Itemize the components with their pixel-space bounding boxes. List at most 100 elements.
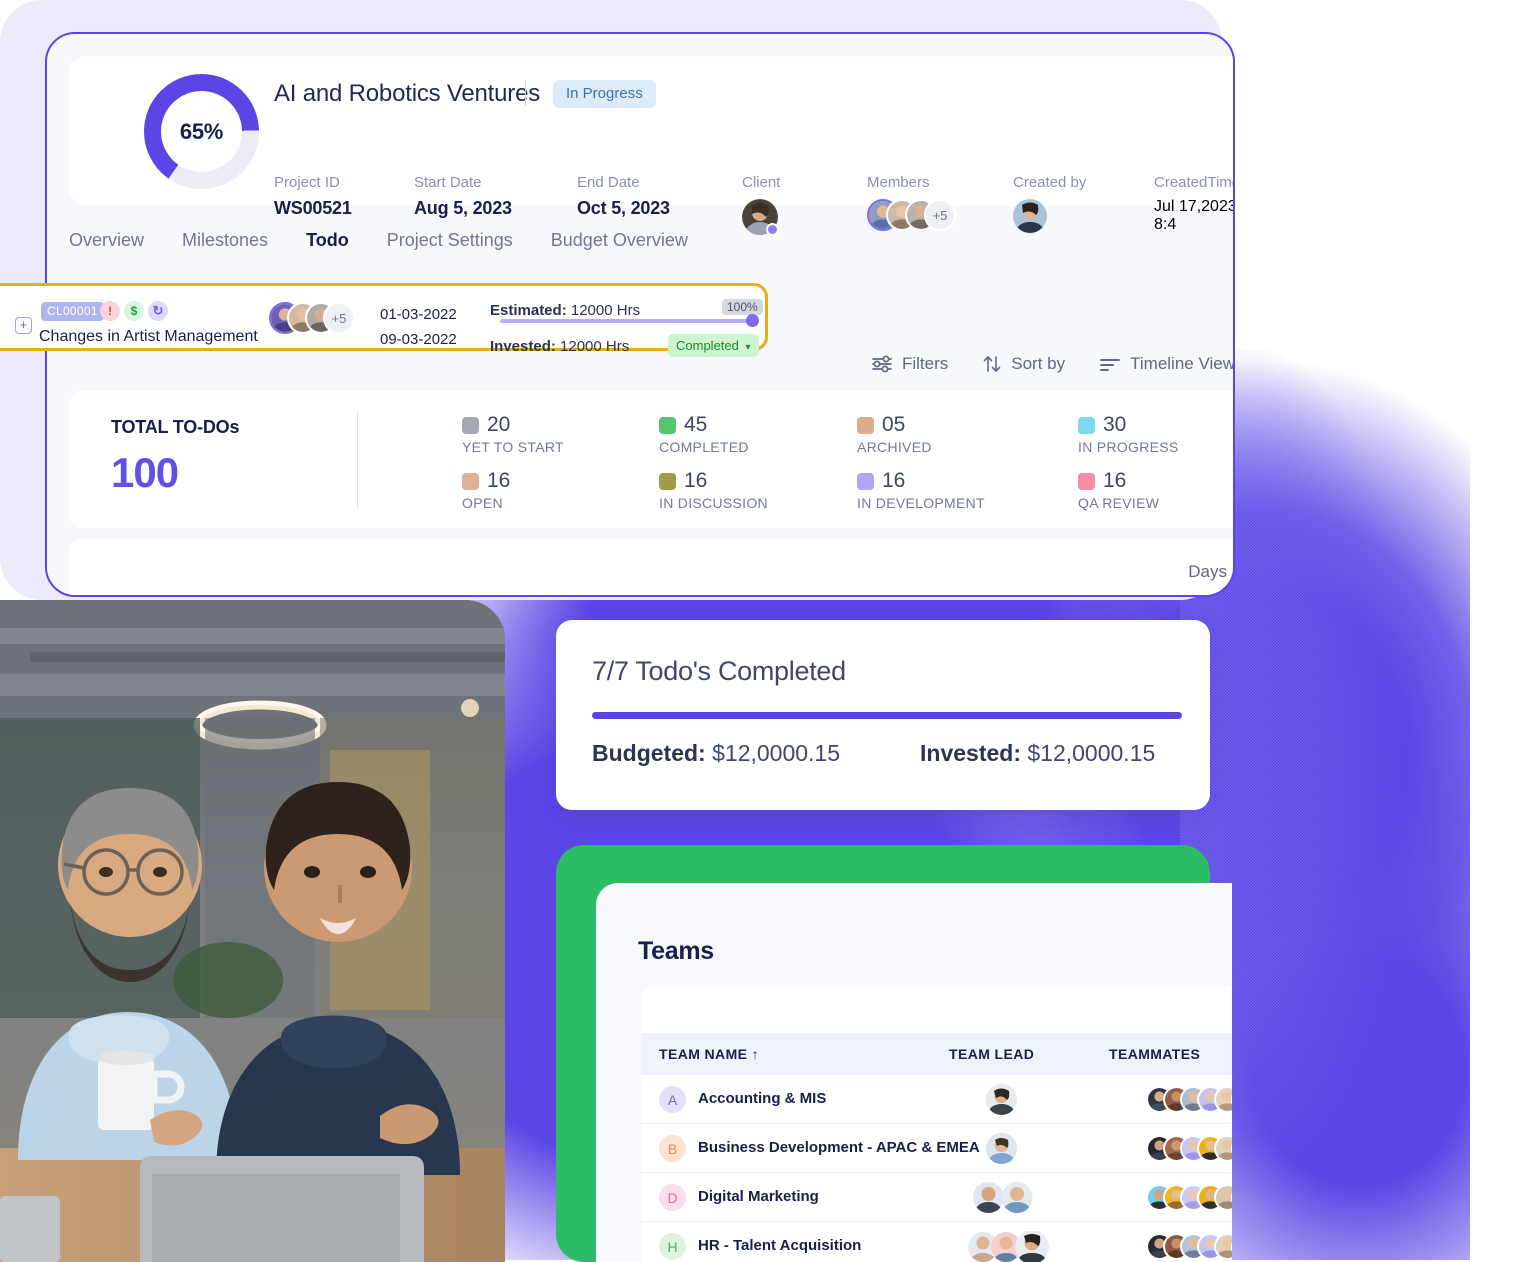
teammates-stack[interactable]: +3 (1146, 1233, 1232, 1260)
stat-count: 16 (1103, 469, 1127, 492)
team-lead-avatar[interactable] (986, 1133, 1017, 1164)
tab-milestones[interactable]: Milestones (182, 230, 268, 261)
timeline-view-icon (1100, 359, 1121, 371)
team-lead-avatar[interactable] (986, 1084, 1017, 1115)
expand-row-plus-icon[interactable]: + (15, 317, 32, 334)
tab-todo[interactable]: Todo (306, 230, 349, 261)
budgeted-label: Budgeted: (592, 740, 706, 766)
table-row[interactable]: D Digital Marketing (641, 1173, 1232, 1222)
meta-members: Members +5 (867, 174, 977, 233)
column-team-name[interactable]: TEAM NAME ↑ (659, 1046, 949, 1062)
stat-archived[interactable]: 05 ARCHIVED (857, 413, 932, 455)
teams-table: TEAM NAME ↑ TEAM LEAD TEAMMATES A Accoun… (641, 985, 1232, 1262)
team-name: Digital Marketing (698, 1188, 819, 1205)
teams-card: Teams TEAM NAME ↑ TEAM LEAD TEAMMATES A … (596, 883, 1232, 1262)
recurring-icon[interactable]: ↻ (148, 301, 168, 321)
stat-in-development[interactable]: 16 IN DEVELOPMENT (857, 469, 985, 511)
stat-label: OPEN (462, 495, 503, 511)
total-todos-title: TOTAL TO-DOs (111, 417, 240, 437)
progress-donut: 65% (144, 74, 259, 189)
team-lead-avatar[interactable] (968, 1231, 1050, 1262)
meta-end-date: End Date Oct 5, 2023 (577, 174, 670, 219)
stat-count: 20 (487, 413, 511, 436)
stat-label: IN DEVELOPMENT (857, 495, 985, 511)
tab-budget-overview[interactable]: Budget Overview (551, 230, 688, 261)
todo-members-stack[interactable]: +5 (269, 302, 369, 336)
todo-summary-progress-bar (592, 712, 1182, 719)
budgeted-amount: Budgeted: $12,0000.15 (592, 740, 840, 767)
stat-open[interactable]: 16 OPEN (462, 469, 510, 511)
members-label: Members (867, 174, 930, 191)
created-time-value: Jul 17,2023 | 8:4 (1154, 198, 1235, 233)
timeline-view-button[interactable]: Timeline View (1099, 354, 1233, 374)
tab-overview[interactable]: Overview (69, 230, 144, 261)
team-name: Business Development - APAC & EMEA (698, 1139, 980, 1156)
days-strip: Days (69, 538, 1233, 595)
stat-count: 16 (487, 469, 511, 492)
todo-invested-label: Invested: (490, 338, 556, 355)
filters-button[interactable]: Filters (871, 354, 948, 374)
title-divider (525, 80, 526, 106)
meta-label: Start Date (414, 174, 482, 191)
tab-project-settings[interactable]: Project Settings (387, 230, 513, 261)
todo-toolbar: Filters Sort by Timeline View (871, 354, 1233, 374)
todo-progress-bar[interactable] (500, 319, 756, 323)
priority-icon[interactable]: ! (100, 301, 120, 321)
meta-value: Oct 5, 2023 (577, 198, 670, 218)
table-row[interactable]: B Business Development - APAC & EMEA +2 (641, 1124, 1232, 1173)
table-row[interactable]: A Accounting & MIS +5 (641, 1075, 1232, 1124)
teammates-stack[interactable]: +2 (1146, 1135, 1232, 1162)
todo-summary-heading: 7/7 Todo's Completed (592, 656, 846, 686)
members-overflow-count[interactable]: +5 (924, 199, 956, 231)
team-initial-badge: B (659, 1135, 686, 1162)
todo-members-overflow-count[interactable]: +5 (323, 302, 355, 334)
teams-green-panel: Teams TEAM NAME ↑ TEAM LEAD TEAMMATES A … (556, 845, 1232, 1262)
teams-table-header: TEAM NAME ↑ TEAM LEAD TEAMMATES (641, 1033, 1232, 1075)
todo-invested-value: 12000 Hrs (560, 338, 630, 355)
stat-in-discussion[interactable]: 16 IN DISCUSSION (659, 469, 768, 511)
stat-completed[interactable]: 45 COMPLETED (659, 413, 749, 455)
swatch-in-discussion (659, 472, 676, 490)
stat-label: QA REVIEW (1078, 495, 1160, 511)
meta-created-by: Created by (1013, 174, 1086, 233)
created-by-avatar[interactable] (1013, 199, 1086, 233)
status-badge: In Progress (553, 80, 656, 108)
progress-donut-label: 65% (179, 118, 224, 144)
swatch-in-progress (1078, 416, 1095, 434)
stat-in-progress[interactable]: 30 IN PROGRESS (1078, 413, 1179, 455)
billable-dollar-icon[interactable]: $ (124, 301, 144, 321)
todo-estimated: Estimated: 12000 Hrs (490, 302, 640, 319)
teammates-stack[interactable]: +5 (1146, 1086, 1232, 1113)
filters-icon (872, 355, 892, 373)
screenshot-root: 65% AI and Robotics Ventures In Progress… (0, 0, 1519, 1262)
meta-project-id: Project ID WS00521 (274, 174, 352, 219)
avatar-image (986, 1133, 1017, 1164)
highlighted-todo-row[interactable]: + CL00001 ! $ ↻ Changes in Artist Manage… (0, 283, 768, 357)
team-lead-avatar[interactable] (973, 1182, 1033, 1218)
created-time-label: CreatedTime (1154, 174, 1235, 191)
meta-label: End Date (577, 174, 640, 191)
stat-count: 45 (684, 413, 708, 436)
client-avatar[interactable] (742, 199, 779, 236)
teammates-stack[interactable]: +5 (1146, 1184, 1232, 1211)
todo-status-dropdown[interactable]: Completed ▾ (668, 334, 759, 357)
meta-start-date: Start Date Aug 5, 2023 (414, 174, 512, 219)
todo-progress-knob[interactable] (746, 314, 759, 327)
created-by-label: Created by (1013, 174, 1087, 191)
stat-qa-review[interactable]: 16 QA REVIEW (1078, 469, 1159, 511)
stat-label: IN DISCUSSION (659, 495, 768, 511)
project-header-card: 65% AI and Robotics Ventures In Progress… (69, 56, 1235, 236)
sort-by-button[interactable]: Sort by (982, 354, 1065, 374)
stats-divider (357, 411, 358, 509)
stat-label: YET TO START (462, 439, 564, 455)
stat-yet-to-start[interactable]: 20 YET TO START (462, 413, 564, 455)
members-avatar-stack[interactable]: +5 (867, 199, 977, 233)
stat-count: 30 (1103, 413, 1127, 436)
budgeted-value: $12,0000.15 (712, 740, 841, 766)
sort-icon (983, 356, 1001, 372)
todo-id-chip: CL00001 (41, 302, 104, 321)
table-row[interactable]: H HR - Talent Acquisition (641, 1222, 1232, 1262)
project-tabs: Overview Milestones Todo Project Setting… (69, 230, 688, 261)
stat-label: COMPLETED (659, 439, 749, 455)
days-label: Days (1188, 562, 1227, 581)
